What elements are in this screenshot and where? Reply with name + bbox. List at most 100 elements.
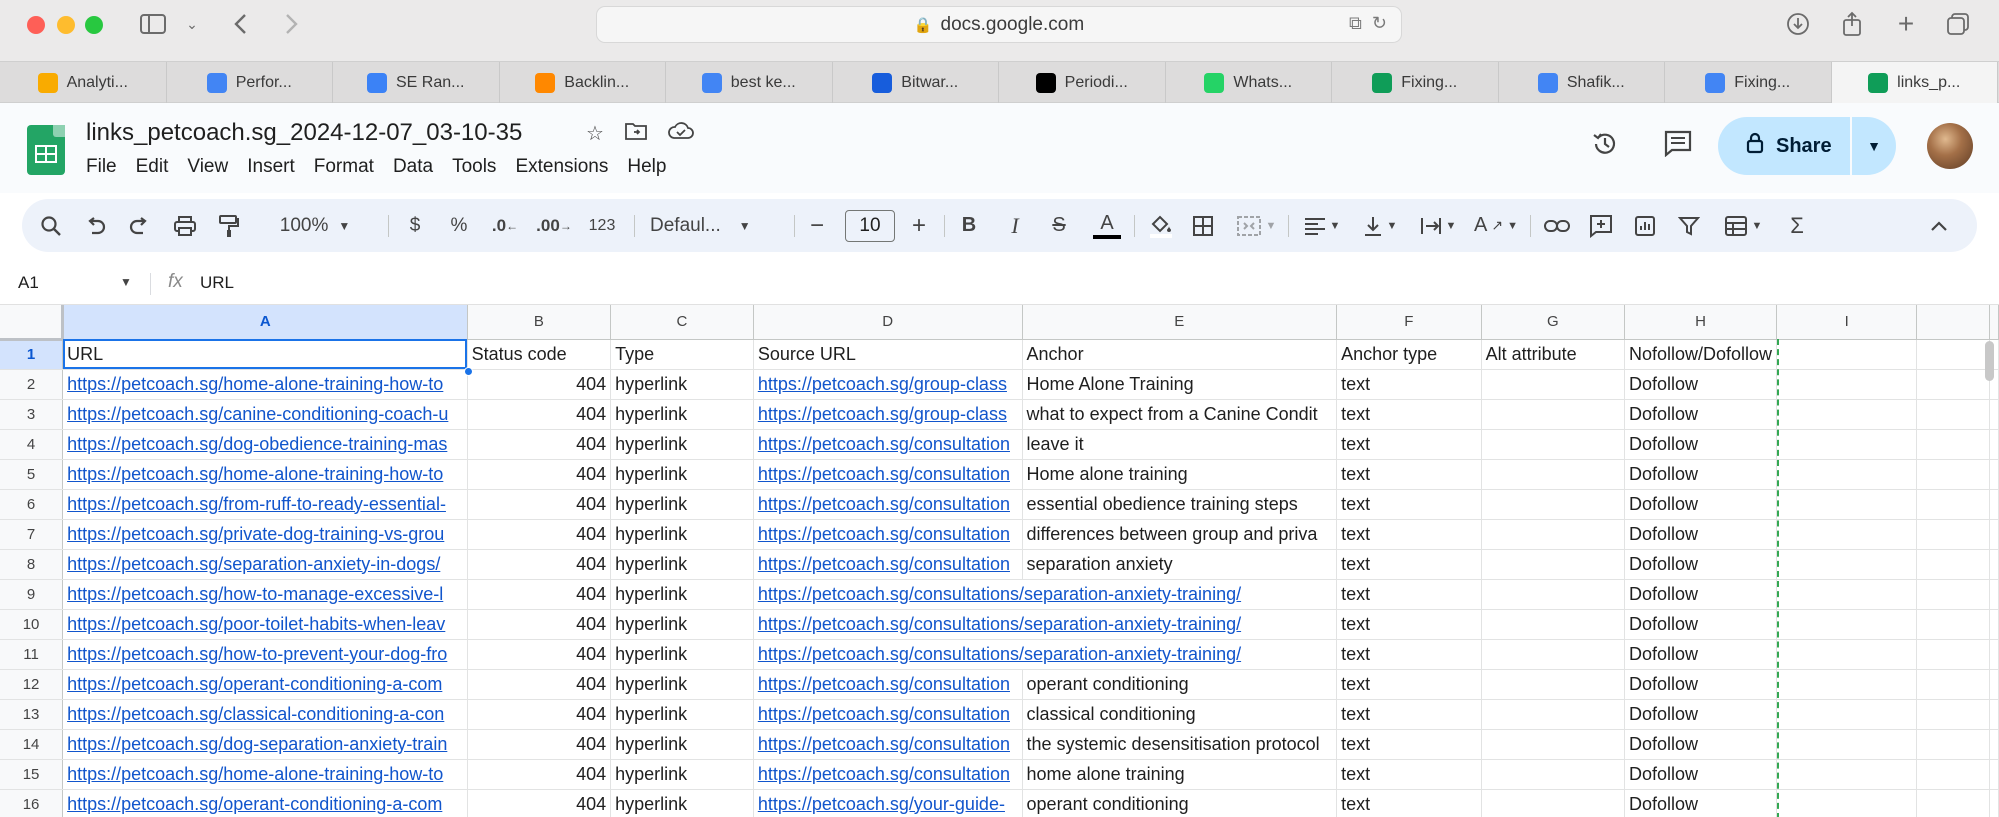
cell[interactable] [1481,729,1625,760]
cell[interactable] [1916,639,1990,670]
cell[interactable] [1916,549,1990,580]
move-folder-icon[interactable] [624,121,648,147]
cell[interactable]: text [1336,489,1482,520]
cell[interactable] [1776,519,1918,550]
cell[interactable]: Dofollow [1624,789,1778,817]
collapse-chevron-up-icon[interactable] [1922,199,1956,252]
insert-link-icon[interactable] [1540,199,1574,252]
tab-overview-icon[interactable] [1944,10,1972,38]
cell[interactable]: operant conditioning [1022,669,1338,700]
forward-arrow-icon[interactable] [280,10,304,38]
cell[interactable] [1776,339,1918,370]
cell[interactable] [1989,429,1999,460]
cell[interactable]: 404 [467,759,612,790]
cell[interactable]: https://petcoach.sg/how-to-prevent-your-… [62,639,468,670]
cell[interactable] [1776,459,1918,490]
cell[interactable] [1481,429,1625,460]
cell[interactable]: https://petcoach.sg/home-alone-training-… [62,369,468,400]
zoom-select[interactable]: 100% ▼ [270,199,360,252]
cell[interactable]: https://petcoach.sg/operant-conditioning… [62,789,468,817]
cell[interactable] [1776,639,1918,670]
cell[interactable]: hyperlink [610,519,754,550]
column-header-f[interactable]: F [1336,305,1482,340]
fill-color-icon[interactable] [1144,199,1178,252]
cell[interactable] [1481,519,1625,550]
cell[interactable]: text [1336,729,1482,760]
cell[interactable]: https://petcoach.sg/from-ruff-to-ready-e… [62,489,468,520]
cell[interactable]: text [1336,369,1482,400]
cell[interactable]: the systemic desensitisation protocol [1022,729,1338,760]
cell[interactable]: https://petcoach.sg/consultation [753,759,1023,790]
borders-icon[interactable] [1188,199,1218,252]
functions-sigma-icon[interactable]: Σ [1780,199,1814,252]
cell[interactable] [1989,759,1999,790]
cell[interactable]: 404 [467,699,612,730]
row-header[interactable]: 7 [0,519,64,550]
filter-icon[interactable] [1672,199,1706,252]
currency-format-button[interactable]: $ [400,199,430,252]
cell[interactable]: text [1336,699,1482,730]
cell[interactable]: Dofollow [1624,639,1778,670]
close-window-button[interactable] [27,16,45,34]
cell[interactable] [1916,399,1990,430]
cell[interactable]: Anchor [1022,339,1338,370]
cell[interactable] [1989,699,1999,730]
cell[interactable]: hyperlink [610,789,754,817]
cell[interactable]: https://petcoach.sg/canine-conditioning-… [62,399,468,430]
browser-tab[interactable]: Whats... [1166,62,1332,103]
browser-tab[interactable]: Backlin... [500,62,666,103]
fill-handle[interactable] [464,367,473,376]
column-header-a[interactable]: A [62,305,468,340]
cell[interactable]: https://petcoach.sg/consultation [753,549,1023,580]
browser-tab[interactable]: Analyti... [0,62,167,103]
row-header[interactable]: 11 [0,639,64,670]
cell[interactable]: hyperlink [610,369,754,400]
cell[interactable]: classical conditioning [1022,699,1338,730]
cell[interactable]: Dofollow [1624,399,1778,430]
cell[interactable]: Dofollow [1624,519,1778,550]
cell[interactable]: home alone training [1022,759,1338,790]
reload-icon[interactable]: ↻ [1372,13,1387,34]
cell[interactable]: Dofollow [1624,429,1778,460]
increase-decimal-button[interactable]: .00 → [534,199,574,252]
cell[interactable]: https://petcoach.sg/consultation [753,729,1023,760]
cell[interactable]: hyperlink [610,669,754,700]
cell[interactable]: Status code [467,339,612,370]
row-header[interactable]: 15 [0,759,64,790]
cell[interactable] [1776,699,1918,730]
menu-extensions[interactable]: Extensions [515,156,608,178]
cell[interactable] [1481,699,1625,730]
browser-tab[interactable]: Fixing... [1665,62,1832,103]
google-sheets-logo[interactable] [27,125,65,175]
cell[interactable] [1916,759,1990,790]
chevron-down-icon[interactable]: ▼ [120,275,132,289]
cell[interactable] [1989,729,1999,760]
cell[interactable]: text [1336,519,1482,550]
table-icon[interactable]: ▼ [1716,199,1770,252]
cell[interactable] [1776,579,1918,610]
cell[interactable]: separation anxiety [1022,549,1338,580]
cell[interactable] [1916,579,1990,610]
cell[interactable] [1989,639,1999,670]
cell[interactable] [1989,489,1999,520]
select-all-corner[interactable] [0,305,65,341]
horizontal-align-icon[interactable]: ▼ [1298,199,1346,252]
cell[interactable]: 404 [467,579,612,610]
bold-icon[interactable]: B [954,199,984,252]
cell[interactable]: 404 [467,729,612,760]
cell[interactable]: hyperlink [610,699,754,730]
cell[interactable] [1776,369,1918,400]
comments-icon[interactable] [1663,129,1693,164]
star-icon[interactable]: ☆ [586,121,604,147]
cell[interactable] [1481,399,1625,430]
browser-tab[interactable]: Shafik... [1499,62,1665,103]
search-menus-icon[interactable] [36,199,66,252]
cell[interactable] [1776,549,1918,580]
downloads-icon[interactable] [1784,10,1812,38]
cell[interactable] [1989,609,1999,640]
browser-tab[interactable]: best ke... [666,62,833,103]
cell[interactable]: Dofollow [1624,729,1778,760]
cell[interactable]: 404 [467,489,612,520]
zoom-window-button[interactable] [85,16,103,34]
cell[interactable] [1481,759,1625,790]
